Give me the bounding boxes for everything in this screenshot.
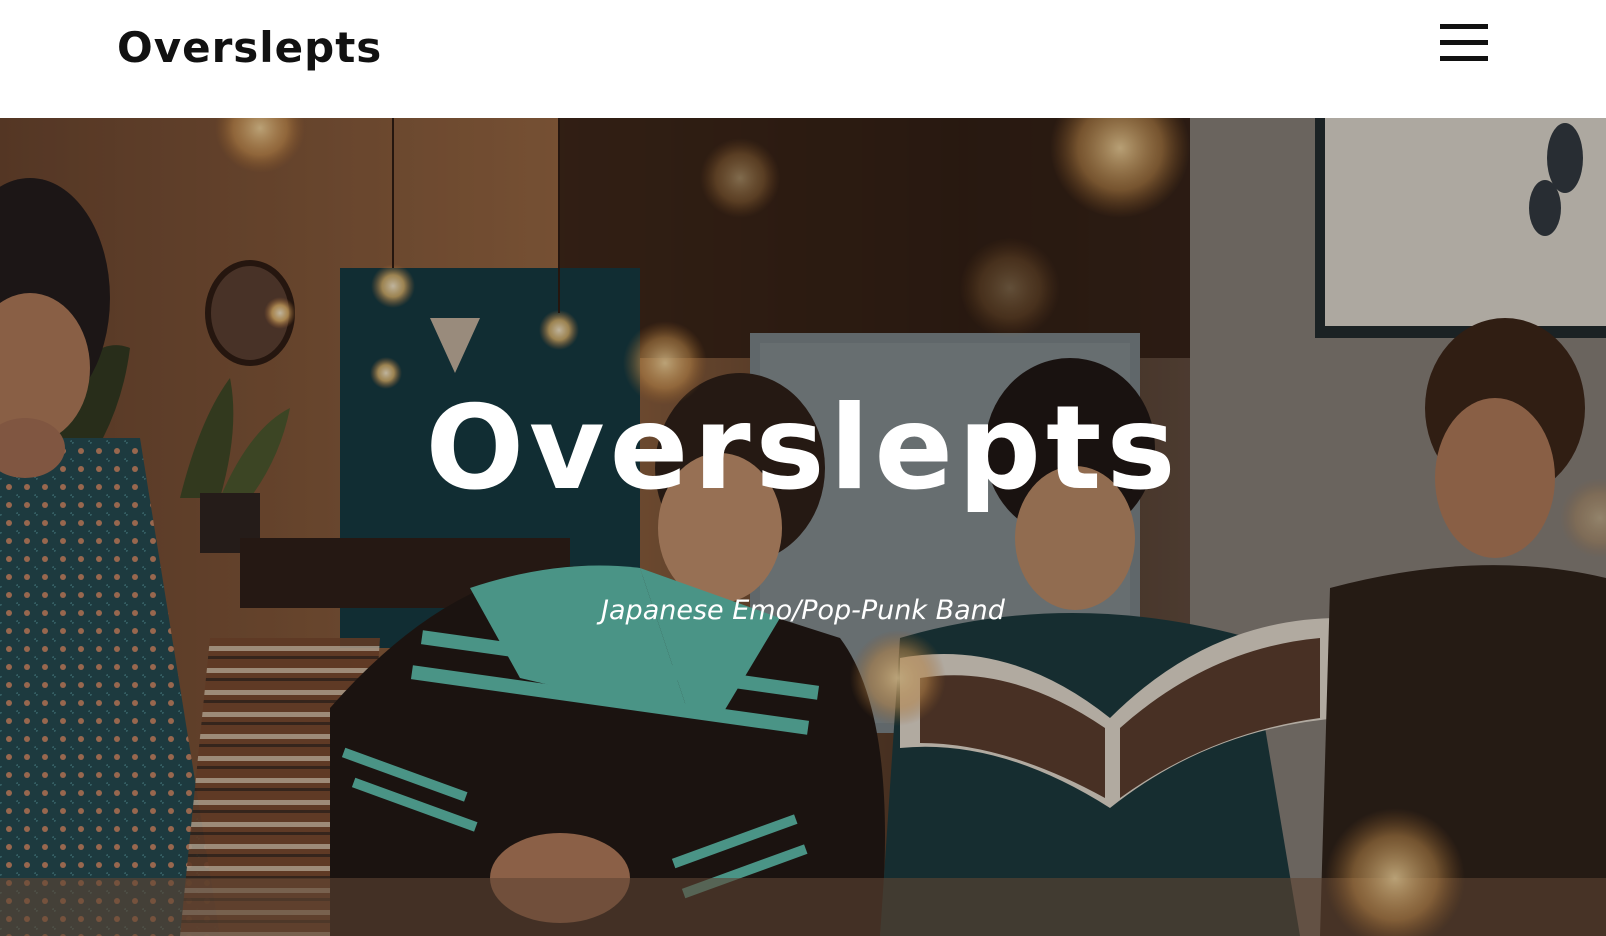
menu-line [1440,56,1488,61]
hamburger-menu-icon[interactable] [1440,22,1490,64]
menu-line [1440,40,1488,45]
hero-banner: Overslepts Japanese Emo/Pop-Punk Band [0,118,1606,936]
site-title[interactable]: Overslepts [117,20,382,76]
site-header: Overslepts [0,0,1606,118]
hero-tagline: Japanese Emo/Pop-Punk Band [601,595,1005,626]
menu-line [1440,24,1488,29]
hero-title: Overslepts [425,381,1181,516]
hero-overlay [0,118,1606,936]
